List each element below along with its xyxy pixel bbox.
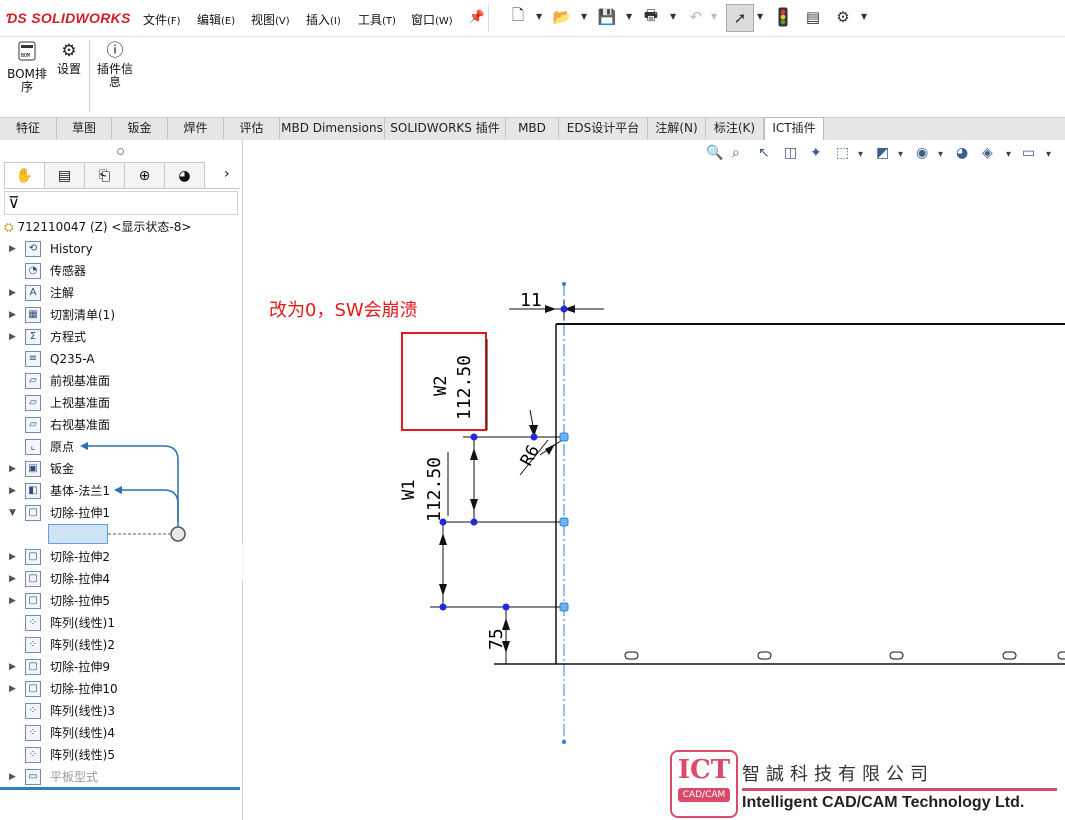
watermark-rule — [742, 788, 1057, 791]
dimension-text-11[interactable]: 11 — [520, 290, 542, 311]
dimension-name-w1[interactable]: W1 — [399, 480, 419, 500]
watermark-company-en: Intelligent CAD/CAM Technology Ltd. — [742, 794, 1025, 811]
slot — [1002, 651, 1017, 660]
dimension-text-75[interactable]: 75 — [486, 628, 507, 650]
dimension-name-w2[interactable]: W2 — [431, 376, 451, 396]
slot — [889, 651, 904, 660]
dimension-value-w2[interactable]: 112.50 — [454, 355, 475, 420]
sketch-canvas: 11 W2 112.50 W1 112.50 75 R6 — [399, 282, 1065, 744]
watermark-company-cn: 智誠科技有限公司 — [742, 764, 934, 785]
slot — [624, 651, 639, 660]
dimension-value-w1[interactable]: 112.50 — [424, 457, 445, 522]
red-annotation-text: 改为0，SW会崩溃 — [269, 300, 418, 321]
slot — [757, 651, 772, 660]
dimension-text-r6[interactable]: R6 — [517, 442, 544, 469]
ict-logo: ICT CAD/CAM — [670, 750, 738, 818]
slot — [1057, 651, 1065, 660]
